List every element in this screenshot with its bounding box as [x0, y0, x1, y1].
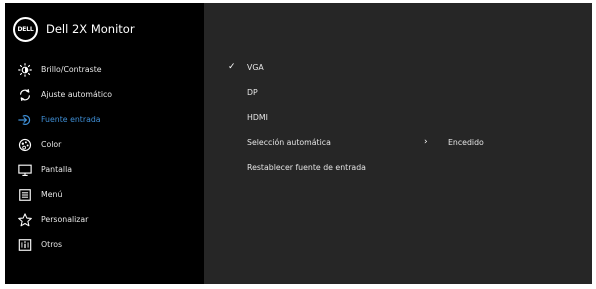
option-label: HDMI [247, 112, 268, 122]
monitor-title: Dell 2X Monitor [46, 22, 135, 36]
menu-item-brightness-contrast[interactable]: Brillo/Contraste [5, 57, 204, 82]
option-vga[interactable]: ✓ VGA [228, 57, 578, 77]
option-label: VGA [247, 62, 264, 72]
option-label: Selección automática [247, 137, 331, 147]
menu-item-label: Otros [41, 240, 63, 249]
menu-item-display[interactable]: Pantalla [5, 157, 204, 182]
menu-item-color[interactable]: Color [5, 132, 204, 157]
option-hdmi[interactable]: HDMI [228, 107, 578, 127]
brightness-icon [17, 62, 33, 78]
color-icon [17, 137, 33, 153]
input-source-icon [17, 112, 33, 128]
main-menu-panel: DELL Dell 2X Monitor Brillo/Contraste Aj… [5, 3, 204, 284]
menu-item-label: Brillo/Contraste [41, 65, 102, 74]
menu-item-auto-adjust[interactable]: Ajuste automático [5, 82, 204, 107]
dell-logo: DELL [13, 16, 38, 42]
menu-item-input-source[interactable]: Fuente entrada [5, 107, 204, 132]
osd-window: DELL Dell 2X Monitor Brillo/Contraste Aj… [5, 3, 592, 284]
checkmark-icon: ✓ [228, 62, 236, 72]
option-label: Restablecer fuente de entrada [247, 162, 366, 172]
option-value: Encedido [448, 137, 484, 147]
option-label: DP [247, 87, 258, 97]
auto-adjust-icon [17, 87, 33, 103]
option-dp[interactable]: DP [228, 82, 578, 102]
menu-item-label: Ajuste automático [41, 90, 113, 99]
chevron-right-icon: › [424, 137, 428, 147]
header: DELL Dell 2X Monitor [13, 16, 135, 42]
option-auto-select[interactable]: Selección automática › Encedido [228, 132, 578, 152]
menu-icon [17, 187, 33, 203]
menu-item-others[interactable]: Otros [5, 232, 204, 257]
menu-item-menu[interactable]: Menú [5, 182, 204, 207]
menu-item-personalize[interactable]: Personalizar [5, 207, 204, 232]
option-reset-input-source[interactable]: Restablecer fuente de entrada [228, 157, 578, 177]
menu-item-label: Pantalla [41, 165, 73, 174]
menu-item-label: Personalizar [41, 215, 89, 224]
info-icon [17, 237, 33, 253]
star-icon [17, 212, 33, 228]
logo-text: DELL [17, 25, 34, 33]
menu-item-label: Menú [41, 190, 63, 199]
menu-item-label: Color [41, 140, 62, 149]
display-icon [17, 162, 33, 178]
menu-item-label: Fuente entrada [41, 115, 101, 124]
